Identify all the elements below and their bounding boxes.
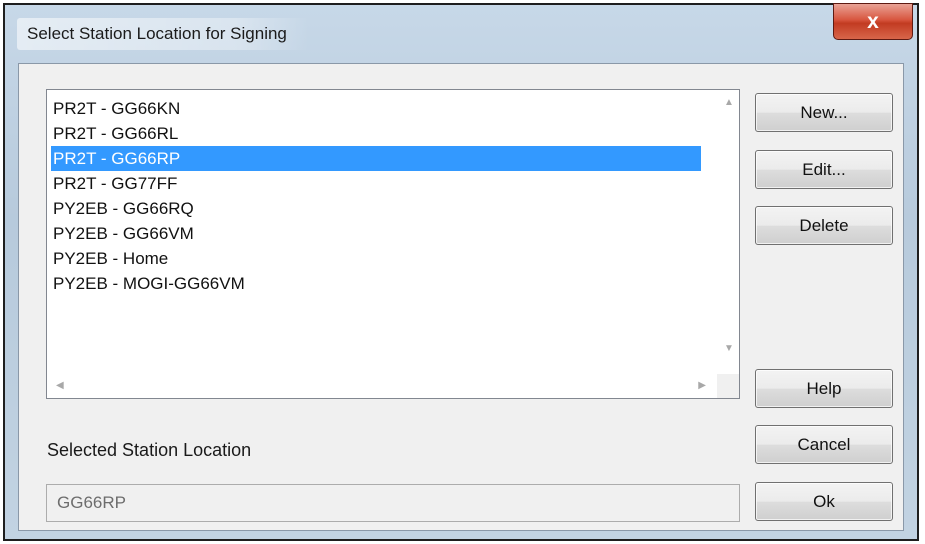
ok-button[interactable]: Ok (755, 482, 893, 521)
scroll-down-arrow-icon[interactable]: ▼ (724, 344, 734, 354)
close-icon: x (867, 9, 879, 33)
list-item[interactable]: PR2T - GG66KN (51, 96, 701, 121)
list-item[interactable]: PY2EB - GG66RQ (51, 196, 701, 221)
list-item[interactable]: PR2T - GG66RL (51, 121, 701, 146)
edit-button[interactable]: Edit... (755, 150, 893, 189)
scrollbar-corner (717, 374, 739, 398)
vertical-scrollbar[interactable]: ▲ ▼ (717, 90, 739, 374)
horizontal-scrollbar[interactable]: ◀ ▶ (47, 374, 718, 398)
selected-location-field[interactable] (46, 484, 740, 522)
list-item[interactable]: PR2T - GG66RP (51, 146, 701, 171)
title-bar[interactable]: Select Station Location for Signing x (5, 3, 917, 61)
list-item[interactable]: PY2EB - Home (51, 246, 701, 271)
list-item[interactable]: PR2T - GG77FF (51, 171, 701, 196)
help-button[interactable]: Help (755, 369, 893, 408)
scroll-left-arrow-icon[interactable]: ◀ (56, 381, 64, 391)
page: Select Station Location for Signing x PR… (0, 0, 925, 544)
list-items: PR2T - GG66KN PR2T - GG66RL PR2T - GG66RP P… (51, 96, 701, 296)
window-title: Select Station Location for Signing (17, 18, 309, 50)
dialog-body: PR2T - GG66KN PR2T - GG66RL PR2T - GG66RP P… (18, 63, 904, 531)
delete-button[interactable]: Delete (755, 206, 893, 245)
close-button[interactable]: x (833, 3, 913, 40)
scroll-up-arrow-icon[interactable]: ▲ (724, 98, 734, 108)
dialog-window: Select Station Location for Signing x PR… (3, 3, 919, 541)
list-item[interactable]: PY2EB - GG66VM (51, 221, 701, 246)
selected-location-label: Selected Station Location (47, 440, 252, 460)
scroll-right-arrow-icon[interactable]: ▶ (698, 381, 706, 391)
list-item[interactable]: PY2EB - MOGI-GG66VM (51, 271, 701, 296)
cancel-button[interactable]: Cancel (755, 425, 893, 464)
new-button[interactable]: New... (755, 93, 893, 132)
station-location-list[interactable]: PR2T - GG66KN PR2T - GG66RL PR2T - GG66RP P… (46, 89, 740, 399)
